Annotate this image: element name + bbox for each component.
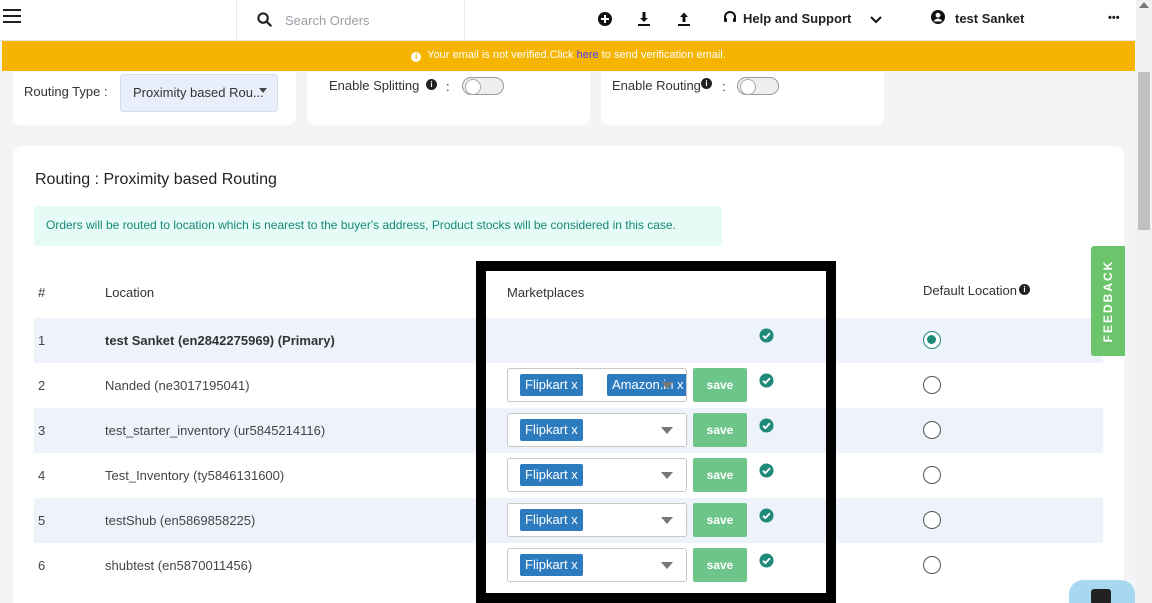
verification-email-link[interactable]: here — [577, 49, 599, 61]
add-circle-icon[interactable] — [597, 11, 613, 27]
marketplace-caret-icon[interactable] — [661, 517, 673, 524]
row-number: 1 — [38, 333, 46, 348]
download-icon[interactable] — [636, 11, 652, 27]
feedback-tab[interactable]: FEEDBACK — [1091, 246, 1125, 356]
marketplace-select[interactable]: Flipkart x — [507, 413, 687, 447]
search-box — [236, 0, 465, 40]
row-location: test_starter_inventory (ur5845214116) — [105, 423, 326, 438]
check-circle-icon — [759, 508, 774, 523]
chevron-down-icon[interactable] — [868, 12, 884, 28]
routing-colon: : — [722, 79, 726, 94]
row-number: 6 — [38, 558, 46, 573]
marketplace-caret-icon[interactable] — [661, 427, 673, 434]
marketplace-caret-icon[interactable] — [661, 472, 673, 479]
header-location: Location — [105, 285, 155, 300]
feedback-label: FEEDBACK — [1101, 259, 1115, 343]
enable-splitting-label: Enable Splitting — [329, 78, 420, 93]
marketplace-select[interactable]: Flipkart x — [507, 503, 687, 537]
table-row: 5 testShub (en5869858225) Flipkart x save — [34, 498, 1103, 543]
marketplace-chip[interactable]: Amazon.in x — [607, 374, 686, 396]
row-number: 4 — [38, 468, 46, 483]
table-row: 6 shubtest (en5870011456) Flipkart x save — [34, 543, 1103, 588]
top-bar: Help and Support test Sanket ••• — [0, 0, 1136, 41]
header-marketplaces: Marketplaces — [507, 285, 585, 300]
more-options-icon[interactable]: ••• — [1108, 12, 1120, 24]
row-number: 3 — [38, 423, 46, 438]
chat-bubble-icon — [1091, 589, 1111, 603]
help-and-support-link[interactable]: Help and Support — [743, 11, 851, 26]
routing-title: Routing : Proximity based Routing — [35, 171, 277, 188]
marketplace-select[interactable]: Flipkart x — [507, 458, 687, 492]
check-circle-icon — [759, 553, 774, 568]
user-name[interactable]: test Sanket — [955, 11, 1024, 26]
scroll-up-arrow-icon[interactable] — [1139, 2, 1149, 8]
enable-routing-label: Enable Routing — [612, 78, 701, 93]
row-number: 5 — [38, 513, 46, 528]
routing-info-icon[interactable]: i — [701, 78, 712, 89]
default-location-radio[interactable] — [923, 421, 941, 439]
marketplace-chip[interactable]: Flipkart x — [520, 374, 583, 396]
save-button[interactable]: save — [693, 368, 747, 402]
check-circle-icon — [759, 418, 774, 433]
row-number: 2 — [38, 378, 46, 393]
scrollbar-thumb[interactable] — [1138, 72, 1150, 230]
row-location: Nanded (ne3017195041) — [105, 378, 250, 393]
save-button[interactable]: save — [693, 413, 747, 447]
routing-type-label: Routing Type : — [24, 84, 108, 99]
save-button[interactable]: save — [693, 503, 747, 537]
banner-text-after: to send verification email. — [598, 49, 726, 61]
save-button[interactable]: save — [693, 458, 747, 492]
marketplace-chip[interactable]: Flipkart x — [520, 419, 583, 441]
default-location-info-icon[interactable]: i — [1019, 284, 1030, 295]
default-location-radio[interactable] — [923, 511, 941, 529]
user-icon[interactable] — [930, 9, 946, 25]
search-icon — [257, 12, 272, 27]
table-row: 1 test Sanket (en2842275969) (Primary) — [34, 318, 1103, 363]
row-location: test Sanket (en2842275969) (Primary) — [105, 333, 335, 348]
search-input[interactable] — [285, 10, 455, 30]
headset-icon[interactable] — [722, 10, 738, 26]
chat-widget[interactable] — [1069, 580, 1135, 603]
check-circle-icon — [759, 373, 774, 388]
email-verification-banner: i Your email is not verified.Click here t… — [2, 41, 1135, 71]
table-row: 3 test_starter_inventory (ur5845214116) Fl… — [34, 408, 1103, 453]
check-circle-icon — [759, 328, 774, 343]
marketplace-chip[interactable]: Flipkart x — [520, 509, 583, 531]
marketplace-select[interactable]: Flipkart x — [507, 548, 687, 582]
default-location-radio[interactable] — [923, 376, 941, 394]
marketplace-caret-icon[interactable] — [661, 382, 673, 389]
routing-type-caret-icon — [259, 88, 267, 93]
splitting-colon: : — [446, 79, 450, 94]
hamburger-menu-icon[interactable] — [3, 9, 21, 23]
marketplace-caret-icon[interactable] — [661, 562, 673, 569]
banner-text-before: Your email is not verified.Click — [427, 49, 577, 61]
splitting-info-icon[interactable]: i — [426, 79, 437, 90]
row-location: Test_Inventory (ty5846131600) — [105, 468, 285, 483]
marketplace-chip[interactable]: Flipkart x — [520, 554, 583, 576]
row-location: testShub (en5869858225) — [105, 513, 256, 528]
routing-info-alert: Orders will be routed to location which … — [34, 206, 722, 246]
upload-icon[interactable] — [676, 11, 692, 27]
routing-type-value: Proximity based Rou... — [133, 85, 264, 100]
default-location-radio[interactable] — [923, 331, 941, 349]
header-default-location: Default Location — [923, 283, 1017, 298]
table-row: 2 Nanded (ne3017195041) Flipkart x Amazon.i… — [34, 363, 1103, 408]
check-circle-icon — [759, 463, 774, 478]
enable-routing-toggle[interactable] — [737, 77, 779, 95]
header-number: # — [38, 285, 46, 300]
table-row: 4 Test_Inventory (ty5846131600) Flipkart x… — [34, 453, 1103, 498]
enable-splitting-toggle[interactable] — [462, 77, 504, 95]
row-location: shubtest (en5870011456) — [105, 558, 253, 573]
info-icon: i — [411, 52, 422, 62]
marketplace-chip[interactable]: Flipkart x — [520, 464, 583, 486]
default-location-radio[interactable] — [923, 466, 941, 484]
routing-type-select[interactable]: Proximity based Rou... — [120, 74, 278, 112]
marketplace-select[interactable]: Flipkart x Amazon.in x — [507, 368, 687, 402]
default-location-radio[interactable] — [923, 556, 941, 574]
save-button[interactable]: save — [693, 548, 747, 582]
